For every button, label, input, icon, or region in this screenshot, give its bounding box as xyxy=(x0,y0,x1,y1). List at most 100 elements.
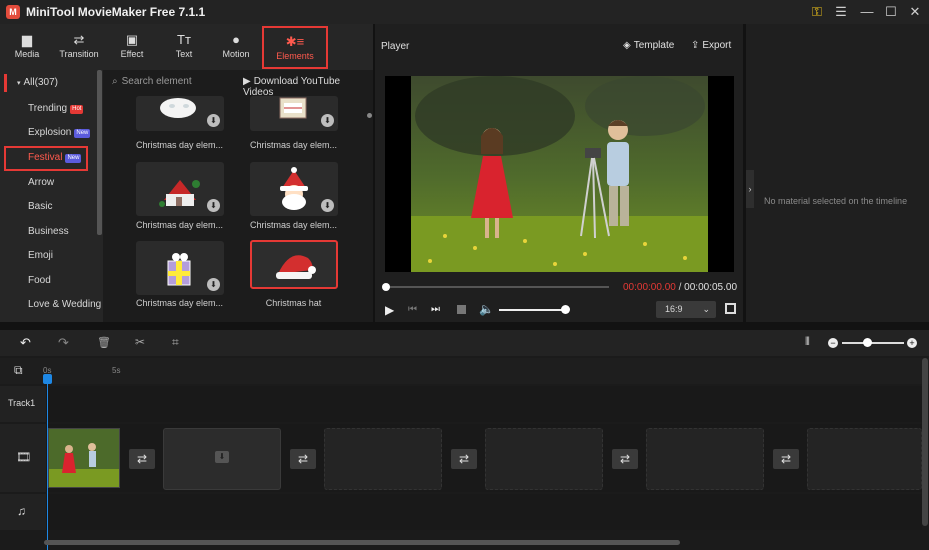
element-tile[interactable]: ⬇ xyxy=(136,241,224,295)
fit-timeline-icon[interactable]: ⦀ xyxy=(805,336,810,349)
element-tile[interactable]: ⬇ xyxy=(250,162,338,216)
tab-media[interactable]: ▆ Media xyxy=(5,24,49,70)
add-track-icon[interactable]: ⧉ xyxy=(14,363,23,378)
element-tile-selected[interactable] xyxy=(250,240,338,289)
search-field[interactable]: ⌕ Search element xyxy=(112,76,192,90)
download-icon[interactable]: ⬇ xyxy=(207,114,220,127)
split-icon[interactable]: ✂ xyxy=(135,335,145,349)
tab-text[interactable]: Tт Text xyxy=(162,24,206,70)
tab-motion-label: Motion xyxy=(222,49,250,59)
video-preview[interactable] xyxy=(385,76,734,272)
element-tile[interactable]: ⬇ xyxy=(250,96,338,131)
zoom-handle[interactable] xyxy=(863,338,872,347)
category-trending[interactable]: Trending Hot xyxy=(28,101,84,117)
category-business[interactable]: Business xyxy=(28,224,69,240)
crop-icon[interactable]: ⌗ xyxy=(172,335,179,350)
timeline-vertical-scrollbar[interactable] xyxy=(922,358,928,526)
ruler-tick-label: 5s xyxy=(112,366,121,375)
progress-handle[interactable] xyxy=(382,283,390,291)
category-basic[interactable]: Basic xyxy=(28,199,52,215)
tab-elements[interactable]: ✱≡ Elements xyxy=(262,26,328,69)
tab-elements-label: Elements xyxy=(276,51,314,61)
timeline-ruler[interactable] xyxy=(0,358,929,384)
drop-placeholder[interactable] xyxy=(646,428,764,490)
youtube-download-link[interactable]: ▶ Download YouTube Videos xyxy=(243,76,373,98)
minimize-icon[interactable]: — xyxy=(858,3,876,21)
category-explosion[interactable]: Explosion New xyxy=(28,125,91,141)
aspect-ratio-select[interactable]: 16:9 ⌄ xyxy=(656,301,716,318)
category-food[interactable]: Food xyxy=(28,273,51,289)
tab-motion[interactable]: ● Motion xyxy=(214,24,258,70)
current-time: 00:00:00.00 xyxy=(623,282,676,293)
category-label: Festival xyxy=(28,152,63,163)
tab-transition[interactable]: ⇄ Transition xyxy=(54,24,104,70)
download-icon[interactable]: ⬇ xyxy=(321,114,334,127)
category-arrow[interactable]: Arrow xyxy=(28,175,54,191)
download-icon[interactable]: ⬇ xyxy=(321,199,334,212)
audio-track-lane[interactable] xyxy=(46,494,922,530)
drop-placeholder[interactable] xyxy=(485,428,603,490)
download-icon[interactable]: ⬇ xyxy=(207,278,220,291)
tab-transition-label: Transition xyxy=(59,49,99,59)
transition-slot-icon[interactable]: ⇄ xyxy=(129,449,155,469)
next-frame-icon[interactable]: ⏭ xyxy=(431,304,440,315)
zoom-in-icon[interactable]: + xyxy=(907,338,917,348)
stop-icon[interactable] xyxy=(457,305,466,314)
player-panel: Player ◈ Template ⇪ Export 00:00:00.00 /… xyxy=(375,24,743,322)
tab-effect-label: Effect xyxy=(120,49,144,59)
drop-placeholder[interactable] xyxy=(807,428,922,490)
zoom-out-icon[interactable]: − xyxy=(828,338,838,348)
menu-icon[interactable]: ☰ xyxy=(832,3,850,21)
play-icon[interactable]: ▶ xyxy=(385,303,394,317)
app-title: MiniTool MovieMaker Free 7.1.1 xyxy=(26,5,206,19)
maximize-icon[interactable]: ☐ xyxy=(882,3,900,21)
element-library: ▾ All(307) Trending Hot Explosion New Festi… xyxy=(0,70,373,322)
category-all-label: All(307) xyxy=(23,77,58,88)
progress-track[interactable] xyxy=(385,286,609,288)
caret-down-icon: ▾ xyxy=(17,80,21,87)
playhead-handle[interactable] xyxy=(43,374,52,384)
delete-icon[interactable]: 🗑 xyxy=(97,336,111,349)
drop-placeholder-active[interactable]: ⬇ xyxy=(163,428,281,490)
element-tile[interactable]: ⬇ xyxy=(136,96,224,131)
category-love-wedding[interactable]: Love & Wedding xyxy=(28,297,101,313)
transition-slot-icon[interactable]: ⇄ xyxy=(290,449,316,469)
volume-slider[interactable] xyxy=(499,309,565,311)
category-emoji[interactable]: Emoji xyxy=(28,248,53,264)
previous-frame-icon[interactable]: ⏮ xyxy=(408,304,417,315)
timeline-horizontal-scrollbar[interactable] xyxy=(44,540,680,545)
transition-slot-icon[interactable]: ⇄ xyxy=(451,449,477,469)
element-caption: Christmas day elem... xyxy=(135,220,224,230)
transition-slot-icon[interactable]: ⇄ xyxy=(773,449,799,469)
transition-slot-icon[interactable]: ⇄ xyxy=(612,449,638,469)
volume-icon[interactable]: 🔈 xyxy=(479,302,494,316)
aspect-ratio-value: 16:9 xyxy=(665,304,683,314)
tab-text-label: Text xyxy=(175,49,193,59)
category-scrollbar[interactable] xyxy=(97,70,102,235)
volume-handle[interactable] xyxy=(561,305,570,314)
tab-effect[interactable]: ▣ Effect xyxy=(110,24,154,70)
christmas-hat-icon xyxy=(276,255,316,279)
download-icon[interactable]: ⬇ xyxy=(207,199,220,212)
library-scroll-indicator[interactable] xyxy=(367,113,372,118)
app-logo: M xyxy=(6,5,20,19)
video-clip[interactable] xyxy=(48,428,120,488)
film-icon: 🎞 xyxy=(16,450,32,464)
key-icon[interactable]: ⚿ xyxy=(808,3,826,21)
collapse-panel-icon[interactable]: › xyxy=(746,170,754,208)
fullscreen-icon[interactable] xyxy=(725,303,736,314)
close-icon[interactable]: ✕ xyxy=(906,3,924,21)
template-button[interactable]: ◈ Template xyxy=(623,40,674,51)
element-tile[interactable]: ⬇ xyxy=(136,162,224,216)
category-festival[interactable]: Festival New xyxy=(28,150,82,166)
track1-lane[interactable] xyxy=(46,386,922,422)
search-input[interactable]: Search element xyxy=(122,76,192,87)
zoom-slider[interactable] xyxy=(842,342,904,344)
drop-placeholder[interactable] xyxy=(324,428,442,490)
undo-icon[interactable]: ↶ xyxy=(20,335,31,351)
export-button[interactable]: ⇪ Export xyxy=(691,40,731,51)
title-bar: M MiniTool MovieMaker Free 7.1.1 ⚿ ☰ — ☐… xyxy=(0,0,929,24)
playhead-line xyxy=(47,384,48,550)
category-all[interactable]: ▾ All(307) xyxy=(4,74,100,92)
redo-icon[interactable]: ↷ xyxy=(58,335,69,351)
